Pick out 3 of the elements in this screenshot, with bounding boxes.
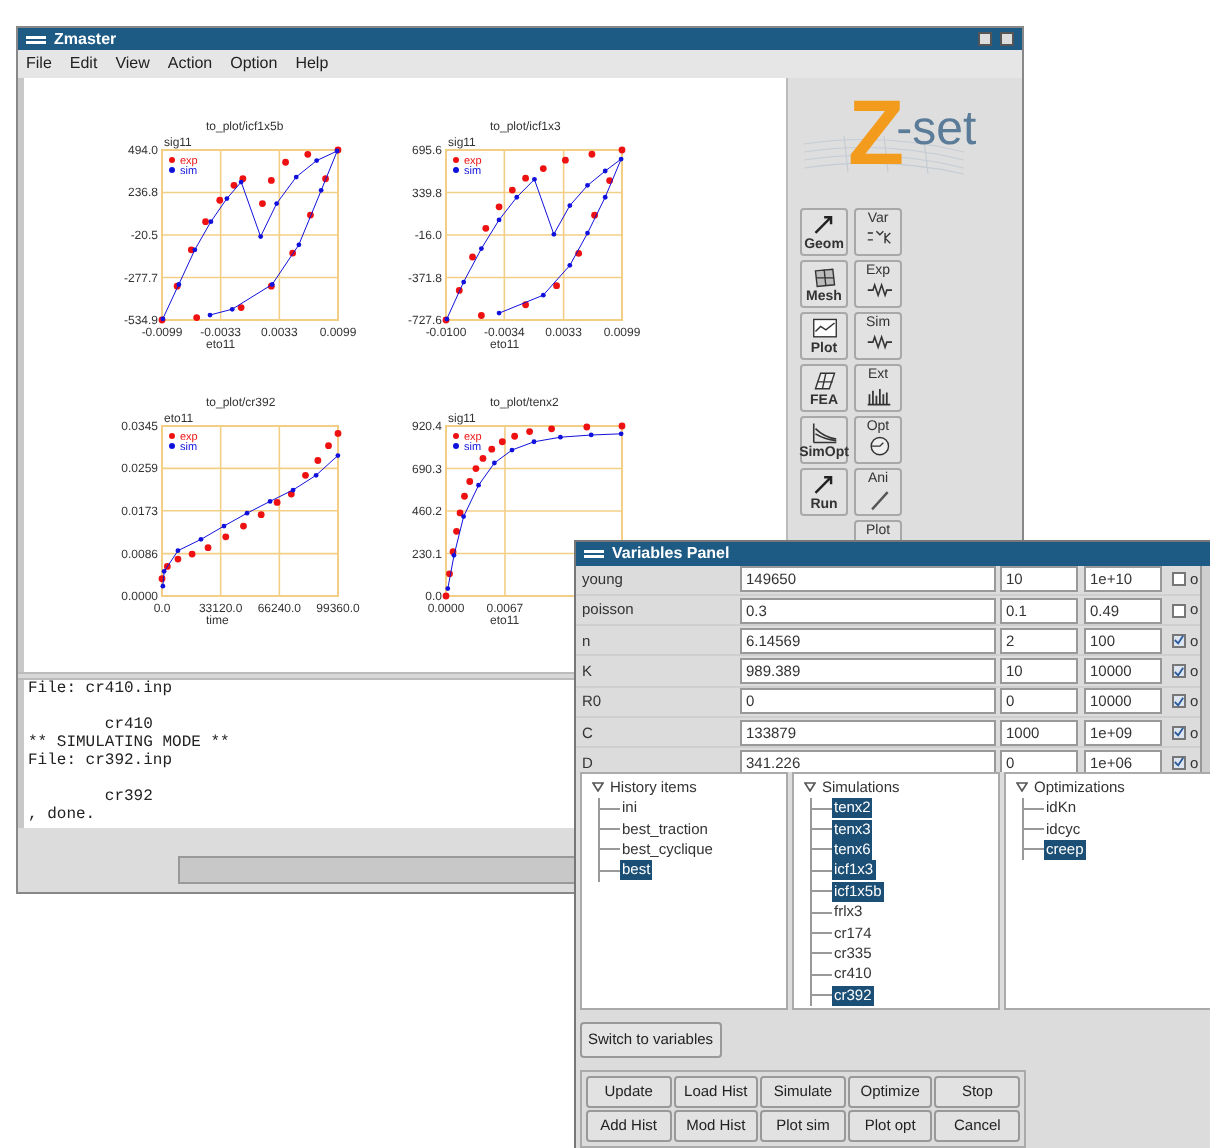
window-title: Variables Panel <box>612 545 730 562</box>
console-output: File: cr410.inp cr410 ** SIMULATING MODE ** File: cr392.inp cr392 , done. <box>26 680 230 824</box>
window-title: Zmaster <box>54 31 117 47</box>
